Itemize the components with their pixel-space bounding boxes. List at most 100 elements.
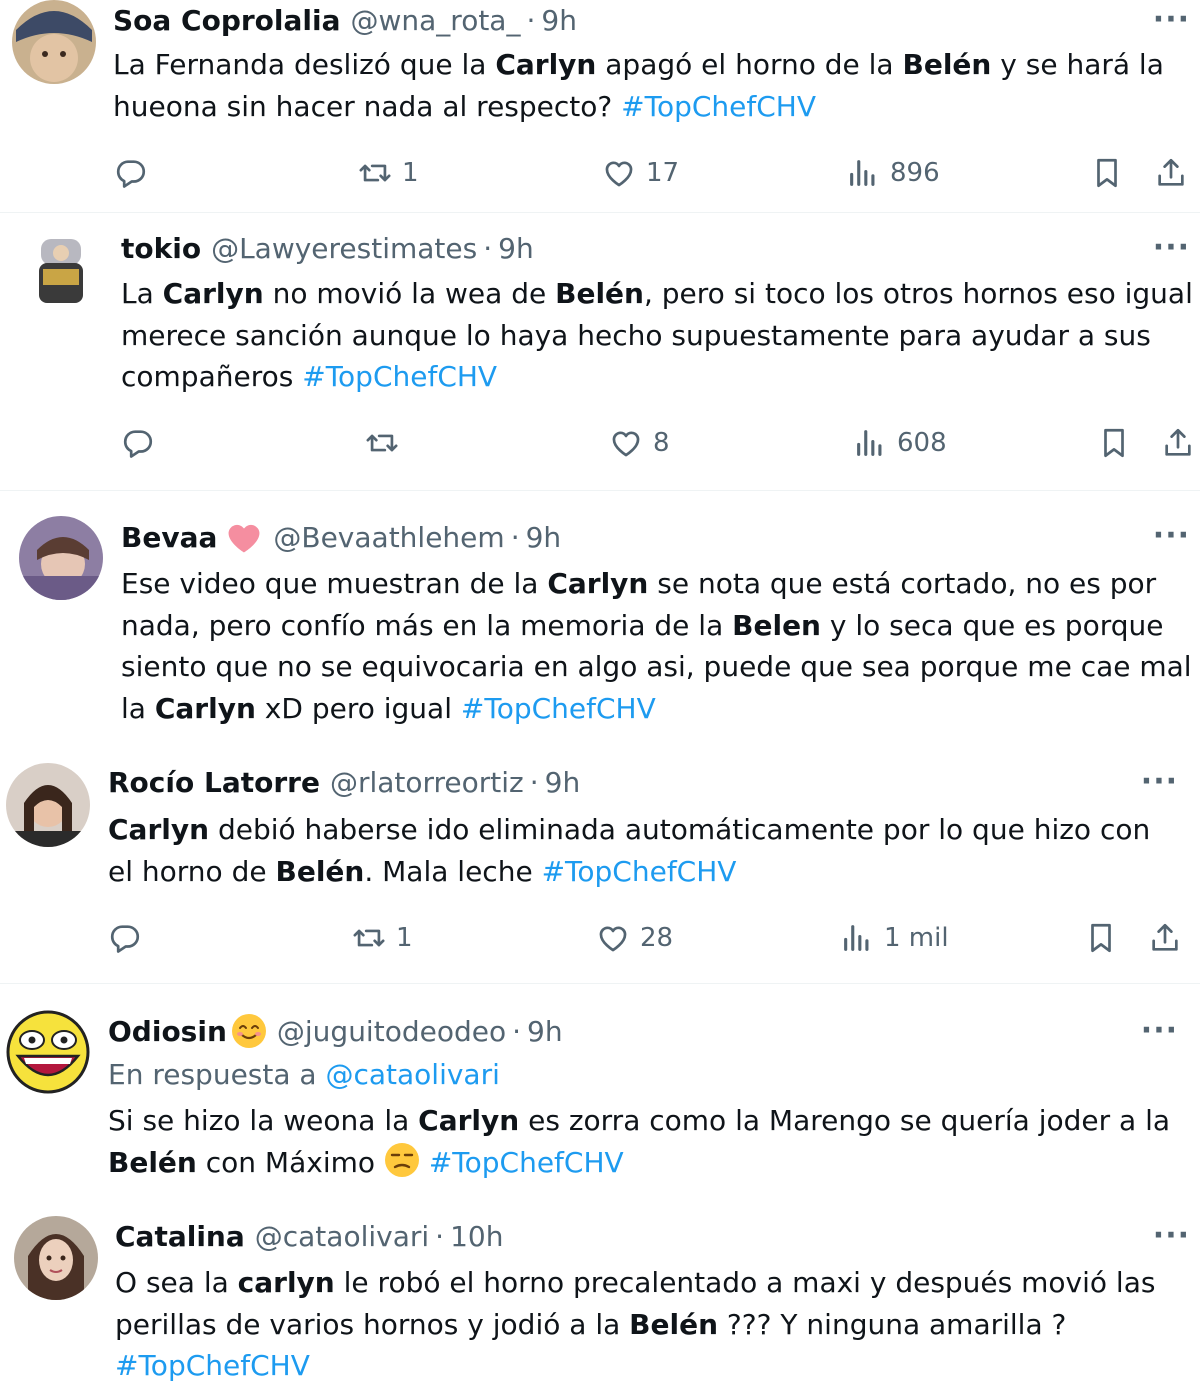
tweet-text: Ese video que muestran de la Carlyn se n… — [121, 567, 1192, 725]
share-button[interactable] — [1148, 916, 1182, 960]
tweet-actions: 1 17 896 — [0, 151, 1200, 195]
reply-icon — [108, 921, 142, 955]
avatar[interactable] — [6, 763, 90, 847]
hashtag-link[interactable]: #TopChefCHV — [429, 1146, 624, 1179]
separator-dot: · — [512, 1014, 521, 1048]
display-name[interactable]: Catalina — [115, 1220, 245, 1253]
retweet-button[interactable]: 1 — [352, 916, 413, 960]
tweet-time[interactable]: 9h — [545, 766, 581, 799]
bookmark-icon — [1090, 156, 1124, 190]
share-button[interactable] — [1161, 421, 1195, 465]
tweet[interactable]: Rocío Latorre @rlatorreortiz · 9h ··· Ca… — [0, 741, 1200, 983]
views-button[interactable]: 1 mil — [840, 916, 949, 960]
heart-icon — [596, 921, 630, 955]
tweet-time[interactable]: 9h — [541, 4, 577, 37]
separator-dot: · — [526, 3, 536, 37]
heart-icon — [602, 156, 636, 190]
views-button[interactable]: 608 — [853, 421, 947, 465]
tweet[interactable]: Soa Coprolalia @wna_rota_ · 9h ··· La Fe… — [0, 0, 1200, 212]
like-button[interactable]: 8 — [609, 421, 670, 465]
hashtag-link[interactable]: #TopChefCHV — [621, 90, 816, 123]
avatar[interactable] — [19, 229, 103, 313]
share-icon — [1161, 426, 1195, 460]
reply-button[interactable] — [114, 151, 148, 195]
display-name[interactable]: Odiosin — [108, 1015, 227, 1048]
heart-emoji-icon — [228, 524, 260, 553]
bookmark-button[interactable] — [1090, 151, 1124, 195]
hashtag-link[interactable]: #TopChefCHV — [302, 360, 497, 393]
retweet-count: 1 — [402, 158, 419, 188]
retweet-icon — [358, 156, 392, 190]
tweet-text: O sea la carlyn le robó el horno precale… — [115, 1266, 1156, 1382]
like-count: 28 — [640, 923, 674, 953]
avatar[interactable] — [19, 516, 103, 600]
unamused-emoji-icon — [384, 1142, 419, 1177]
hashtag-link[interactable]: #TopChefCHV — [115, 1349, 310, 1382]
tweet-time[interactable]: 10h — [450, 1220, 503, 1253]
tweet-text: La Carlyn no movió la wea de Belén, pero… — [121, 277, 1193, 393]
display-name[interactable]: Rocío Latorre — [108, 766, 320, 799]
tweet[interactable]: tokio @Lawyerestimates · 9h ··· La Carly… — [0, 213, 1200, 490]
bookmark-icon — [1097, 426, 1131, 460]
hashtag-link[interactable]: #TopChefCHV — [461, 692, 656, 725]
retweet-count: 1 — [396, 923, 413, 953]
like-button[interactable]: 28 — [596, 916, 673, 960]
tweet[interactable]: Catalina @cataolivari · 10h ··· O sea la… — [0, 1194, 1200, 1394]
views-icon — [846, 156, 880, 190]
tweet-actions: 1 28 1 mil — [0, 916, 1200, 960]
reply-icon — [121, 426, 155, 460]
reply-button[interactable] — [108, 916, 142, 960]
tweet-actions: 8 608 — [0, 421, 1200, 465]
display-name[interactable]: Bevaa — [121, 521, 217, 554]
views-button[interactable]: 896 — [846, 151, 940, 195]
share-button[interactable] — [1154, 151, 1188, 195]
tweet[interactable]: Odiosin @juguitodeodeo · 9h ··· En respu… — [0, 984, 1200, 1194]
more-options-icon[interactable]: ··· — [1141, 764, 1178, 799]
user-handle[interactable]: @Bevaathlehem — [273, 521, 504, 554]
more-options-icon[interactable]: ··· — [1153, 2, 1190, 37]
avatar[interactable] — [14, 1216, 98, 1300]
more-options-icon[interactable]: ··· — [1153, 1218, 1190, 1253]
bookmark-button[interactable] — [1097, 421, 1131, 465]
retweet-icon — [352, 921, 386, 955]
views-icon — [853, 426, 887, 460]
separator-dot: · — [483, 231, 493, 265]
tweet-text: Si se hizo la weona la Carlyn es zorra c… — [108, 1104, 1171, 1179]
more-options-icon[interactable]: ··· — [1141, 1013, 1178, 1048]
bookmark-button[interactable] — [1084, 916, 1118, 960]
separator-dot: · — [529, 765, 539, 799]
retweet-button[interactable] — [365, 421, 409, 465]
avatar[interactable] — [6, 1010, 90, 1094]
display-name[interactable]: tokio — [121, 232, 201, 265]
tweet-time[interactable]: 9h — [498, 232, 534, 265]
heart-icon — [609, 426, 643, 460]
reply-button[interactable] — [121, 421, 155, 465]
tweet-time[interactable]: 9h — [527, 1015, 563, 1048]
tweet[interactable]: Bevaa @Bevaathlehem · 9h ··· Ese video q… — [0, 491, 1200, 741]
user-handle[interactable]: @juguitodeodeo — [277, 1015, 506, 1048]
retweet-button[interactable]: 1 — [358, 151, 419, 195]
user-handle[interactable]: @Lawyerestimates — [211, 232, 477, 265]
share-icon — [1154, 156, 1188, 190]
user-handle[interactable]: @rlatorreortiz — [330, 766, 524, 799]
tweet-text: Carlyn debió haberse ido eliminada autom… — [108, 813, 1151, 888]
user-handle[interactable]: @cataolivari — [255, 1220, 429, 1253]
more-options-icon[interactable]: ··· — [1153, 230, 1190, 265]
hashtag-link[interactable]: #TopChefCHV — [542, 855, 737, 888]
user-handle[interactable]: @wna_rota_ — [351, 4, 521, 37]
avatar[interactable] — [12, 0, 96, 84]
mention-link[interactable]: @cataolivari — [325, 1058, 499, 1091]
display-name[interactable]: Soa Coprolalia — [113, 4, 341, 37]
views-icon — [840, 921, 874, 955]
view-count: 608 — [897, 428, 947, 458]
like-count: 17 — [646, 158, 680, 188]
bookmark-icon — [1084, 921, 1118, 955]
more-options-icon[interactable]: ··· — [1153, 518, 1190, 553]
separator-dot: · — [435, 1219, 445, 1253]
like-button[interactable]: 17 — [602, 151, 679, 195]
share-icon — [1148, 921, 1182, 955]
tweet-time[interactable]: 9h — [526, 521, 562, 554]
replying-to: En respuesta a @cataolivari — [108, 1058, 500, 1091]
retweet-icon — [365, 426, 399, 460]
reply-icon — [114, 156, 148, 190]
